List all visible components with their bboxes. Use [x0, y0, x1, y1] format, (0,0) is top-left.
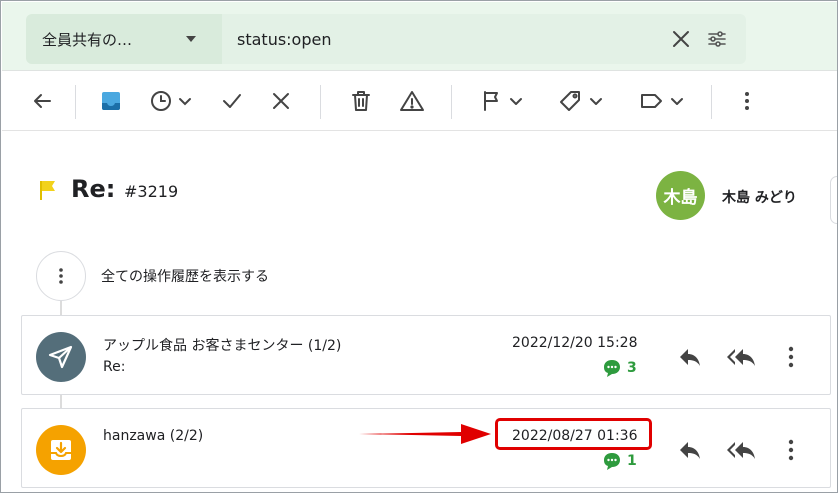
ticket-subject: Re:: [71, 175, 116, 203]
toolbar-divider: [320, 85, 321, 119]
flag-icon[interactable]: [480, 89, 526, 113]
annotation-highlight-box: [495, 418, 652, 450]
reply-icon[interactable]: [677, 437, 703, 463]
search-bar: 全員共有の… status:open: [2, 2, 837, 71]
toolbar-divider: [451, 85, 452, 119]
assignee-name: 木島 みどり: [722, 190, 797, 206]
more-vert-icon[interactable]: [778, 437, 804, 463]
check-icon[interactable]: [220, 89, 244, 113]
more-vert-icon: [59, 268, 63, 284]
send-icon: [36, 332, 86, 382]
message-subject: Re:: [103, 359, 126, 375]
label-icon[interactable]: [639, 89, 687, 113]
app-window: 全員共有の… status:open Re: #3219 木島 木島 みどり 全…: [0, 0, 838, 493]
search-query-text: status:open: [237, 29, 332, 49]
assignee-avatar[interactable]: 木島: [656, 171, 705, 220]
show-history-button[interactable]: [36, 251, 86, 301]
clear-search-icon[interactable]: [669, 27, 693, 51]
more-vert-icon[interactable]: [735, 89, 759, 113]
message-date: 2022/12/20 15:28: [512, 335, 638, 351]
side-panel-handle[interactable]: [830, 176, 837, 224]
search-input[interactable]: status:open: [222, 14, 746, 64]
warning-icon[interactable]: [399, 89, 425, 113]
comment-count[interactable]: 1: [602, 451, 637, 471]
reply-all-icon[interactable]: [725, 344, 759, 370]
message-sender: hanzawa (2/2): [103, 428, 204, 444]
message-item[interactable]: hanzawa (2/2) 2022/08/27 01:36 1: [21, 408, 831, 488]
close-icon[interactable]: [269, 89, 293, 113]
search-scope-dropdown[interactable]: 全員共有の…: [26, 14, 222, 64]
inbox-icon[interactable]: [99, 89, 123, 113]
reply-all-icon[interactable]: [725, 437, 759, 463]
comment-icon: [604, 360, 620, 377]
comment-count-value: 3: [627, 360, 637, 376]
message-sender: アップル食品 お客さまセンター (1/2): [103, 338, 342, 354]
back-arrow-icon[interactable]: [30, 89, 54, 113]
snooze-clock-icon[interactable]: [149, 89, 195, 113]
tag-icon[interactable]: [558, 89, 606, 113]
more-vert-icon[interactable]: [778, 344, 804, 370]
caret-down-icon: [186, 36, 196, 42]
comment-count-value: 1: [627, 453, 637, 469]
toolbar-divider: [711, 85, 712, 119]
trash-icon[interactable]: [349, 89, 373, 113]
comment-count[interactable]: 3: [602, 358, 637, 378]
ticket-number: #3219: [124, 182, 179, 201]
toolbar: [2, 71, 837, 131]
message-item[interactable]: アップル食品 お客さまセンター (1/2) Re: 2022/12/20 15:…: [21, 315, 831, 395]
inbox-download-icon: [36, 425, 86, 475]
search-scope-label: 全員共有の…: [42, 30, 133, 49]
annotation-arrow: [359, 424, 491, 444]
flag-icon: [39, 179, 57, 201]
toolbar-divider: [75, 85, 76, 119]
show-history-label[interactable]: 全ての操作履歴を表示する: [101, 266, 269, 286]
comment-icon: [604, 453, 620, 470]
reply-icon[interactable]: [677, 344, 703, 370]
filter-settings-icon[interactable]: [705, 27, 729, 51]
